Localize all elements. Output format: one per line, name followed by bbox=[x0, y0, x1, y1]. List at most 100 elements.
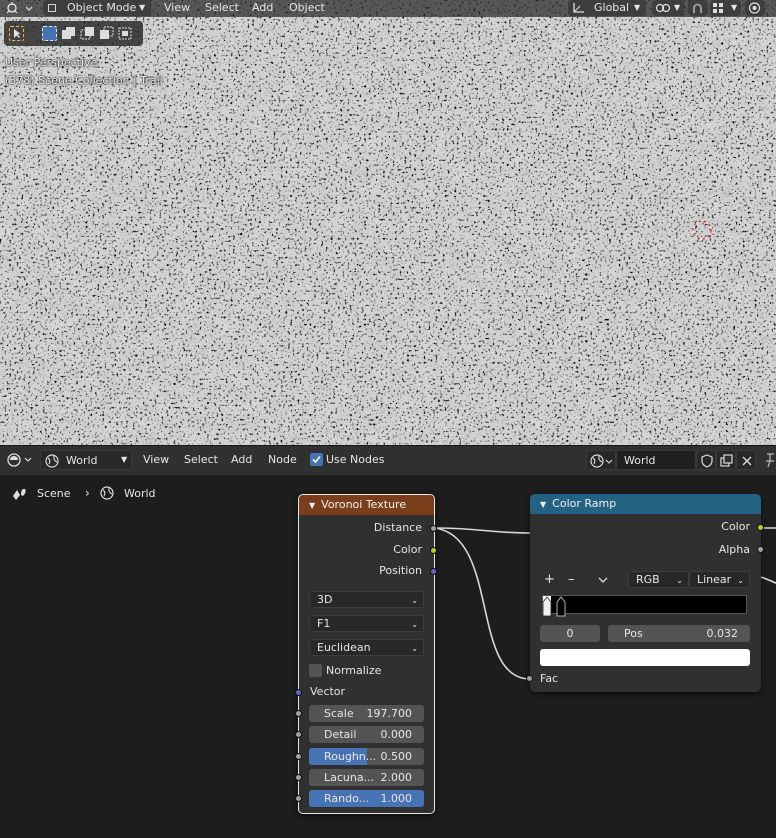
input-socket-1[interactable] bbox=[295, 731, 302, 738]
feature-select[interactable]: F1 ⌄ bbox=[309, 615, 424, 632]
field-value: 0.000 bbox=[380, 728, 413, 741]
menu-view[interactable]: View bbox=[143, 453, 169, 467]
output-position-label: Position bbox=[379, 564, 422, 577]
add-stop-button[interactable]: + bbox=[544, 572, 555, 587]
menu-node[interactable]: Node bbox=[268, 453, 297, 467]
input-socket-0[interactable] bbox=[295, 710, 302, 717]
voronoi-node-header[interactable]: ▼ Voronoi Texture bbox=[299, 495, 434, 515]
menu-object[interactable]: Object bbox=[289, 0, 325, 16]
output-color-label: Color bbox=[393, 543, 422, 556]
chevron-down-icon: ▼ bbox=[731, 3, 738, 12]
alpha-output-socket[interactable] bbox=[757, 546, 764, 553]
3d-viewport[interactable]: Object Mode ▼ View Select Add Object Glo… bbox=[0, 0, 776, 445]
input-socket-3[interactable] bbox=[295, 774, 302, 781]
input-socket-2[interactable] bbox=[295, 753, 302, 760]
voronoi-field-3[interactable]: Lacuna... 2.000 bbox=[309, 769, 424, 786]
input-socket-4[interactable] bbox=[295, 795, 302, 802]
menu-add[interactable]: Add bbox=[252, 0, 273, 16]
world-browse-button[interactable] bbox=[586, 450, 616, 470]
select-subtract-button[interactable] bbox=[80, 26, 95, 41]
interpolation-select[interactable]: Linear ⌄ bbox=[689, 571, 750, 588]
fac-input-socket[interactable] bbox=[526, 675, 533, 682]
distance-metric-select[interactable]: Euclidean ⌄ bbox=[309, 639, 424, 656]
menu-add[interactable]: Add bbox=[231, 453, 252, 467]
chevron-down-icon: ⌄ bbox=[737, 576, 744, 585]
duplicate-button[interactable] bbox=[716, 450, 736, 470]
shader-type-dropdown[interactable]: World ▼ bbox=[40, 450, 132, 470]
use-nodes-checkbox[interactable] bbox=[310, 453, 323, 466]
3d-cursor-icon[interactable] bbox=[690, 218, 714, 242]
node-editor-type-button[interactable] bbox=[5, 452, 35, 469]
field-label: Roughn... bbox=[324, 750, 377, 763]
snap-toggle[interactable] bbox=[688, 0, 708, 16]
chevron-down-icon: ⌄ bbox=[411, 596, 418, 605]
select-tool-button[interactable] bbox=[9, 26, 24, 41]
vector-input-socket[interactable] bbox=[295, 689, 302, 696]
collection-info-label: (378) Scene Collection | Trail bbox=[5, 74, 163, 87]
chevron-down-icon: ⌄ bbox=[676, 576, 683, 585]
object-mode-dropdown[interactable]: Object Mode ▼ bbox=[43, 0, 151, 16]
field-value: 0.500 bbox=[380, 750, 413, 763]
output-color-label: Color bbox=[721, 520, 750, 533]
distance-output-socket[interactable] bbox=[430, 525, 437, 532]
world-icon bbox=[45, 454, 59, 468]
stop-color-swatch[interactable] bbox=[540, 649, 750, 666]
field-value: 197.700 bbox=[366, 707, 413, 720]
use-nodes-label[interactable]: Use Nodes bbox=[326, 453, 385, 467]
position-output-socket[interactable] bbox=[430, 568, 437, 575]
extend-icon bbox=[62, 27, 75, 39]
normalize-label[interactable]: Normalize bbox=[326, 664, 381, 677]
select-toolbar bbox=[4, 21, 143, 46]
dimensions-select[interactable]: 3D ⌄ bbox=[309, 591, 424, 608]
transform-orientation-dropdown[interactable]: Global ▼ bbox=[568, 0, 646, 16]
mode-label: Object Mode bbox=[67, 1, 137, 14]
fake-user-button[interactable] bbox=[696, 450, 716, 470]
pos-label: Pos bbox=[624, 627, 643, 640]
color-ramp-node[interactable]: ▼ Color Ramp Color Alpha + – RGB ⌄ Linear ⌄… bbox=[526, 494, 764, 692]
remove-stop-button[interactable]: – bbox=[568, 572, 575, 587]
field-label: Rando... bbox=[324, 792, 370, 805]
menu-select[interactable]: Select bbox=[205, 0, 239, 16]
stop-position-field[interactable]: Pos 0.032 bbox=[608, 625, 750, 642]
color-output-socket[interactable] bbox=[430, 547, 437, 554]
voronoi-field-4[interactable]: Rando... 1.000 bbox=[309, 790, 424, 807]
pivot-dropdown[interactable]: ▼ bbox=[652, 0, 684, 16]
color-ramp-gradient[interactable] bbox=[542, 595, 747, 614]
normalize-checkbox[interactable] bbox=[309, 664, 322, 677]
color-ramp-title: Color Ramp bbox=[552, 497, 617, 510]
select-extend-button[interactable] bbox=[61, 26, 76, 41]
snap-element-dropdown[interactable]: ▼ bbox=[710, 0, 741, 16]
select-intersect-button[interactable] bbox=[118, 26, 133, 41]
field-value: 1.000 bbox=[380, 792, 413, 805]
world-name-field[interactable]: World bbox=[616, 450, 696, 470]
checkmark-icon bbox=[312, 455, 321, 464]
collapse-chevron-icon[interactable]: ▼ bbox=[309, 501, 315, 510]
voronoi-field-2[interactable]: Roughn... 0.500 bbox=[309, 748, 424, 765]
color-output-socket[interactable] bbox=[757, 524, 764, 531]
chevron-down-icon: ▼ bbox=[634, 3, 641, 12]
menu-view[interactable]: View bbox=[164, 0, 190, 16]
active-stop-index[interactable]: 0 bbox=[540, 625, 600, 642]
chevron-down-icon[interactable] bbox=[598, 575, 608, 585]
node-tree-icon bbox=[7, 453, 32, 467]
color-mode-select[interactable]: RGB ⌄ bbox=[628, 571, 689, 588]
editor-type-button[interactable] bbox=[3, 1, 37, 16]
pin-button[interactable] bbox=[762, 452, 776, 468]
ramp-stop-handles[interactable] bbox=[541, 594, 571, 618]
interpolation-value: Linear bbox=[697, 573, 732, 586]
orientation-label: Global bbox=[594, 1, 630, 14]
unlink-button[interactable] bbox=[736, 450, 756, 470]
menu-select[interactable]: Select bbox=[184, 453, 218, 467]
magnet-icon bbox=[693, 3, 702, 13]
voronoi-noise-render bbox=[0, 0, 776, 445]
select-invert-button[interactable] bbox=[99, 26, 114, 41]
chevron-down-icon: ⌄ bbox=[411, 644, 418, 653]
proportional-editing-toggle[interactable] bbox=[745, 0, 765, 16]
collapse-chevron-icon[interactable]: ▼ bbox=[540, 500, 546, 509]
select-new-button[interactable] bbox=[42, 26, 57, 41]
world-icon bbox=[590, 454, 613, 468]
color-ramp-header[interactable]: ▼ Color Ramp bbox=[530, 494, 761, 514]
voronoi-texture-node[interactable]: ▼ Voronoi Texture Distance Color Position… bbox=[295, 494, 437, 814]
voronoi-field-0[interactable]: Scale 197.700 bbox=[309, 705, 424, 722]
voronoi-field-1[interactable]: Detail 0.000 bbox=[309, 726, 424, 743]
